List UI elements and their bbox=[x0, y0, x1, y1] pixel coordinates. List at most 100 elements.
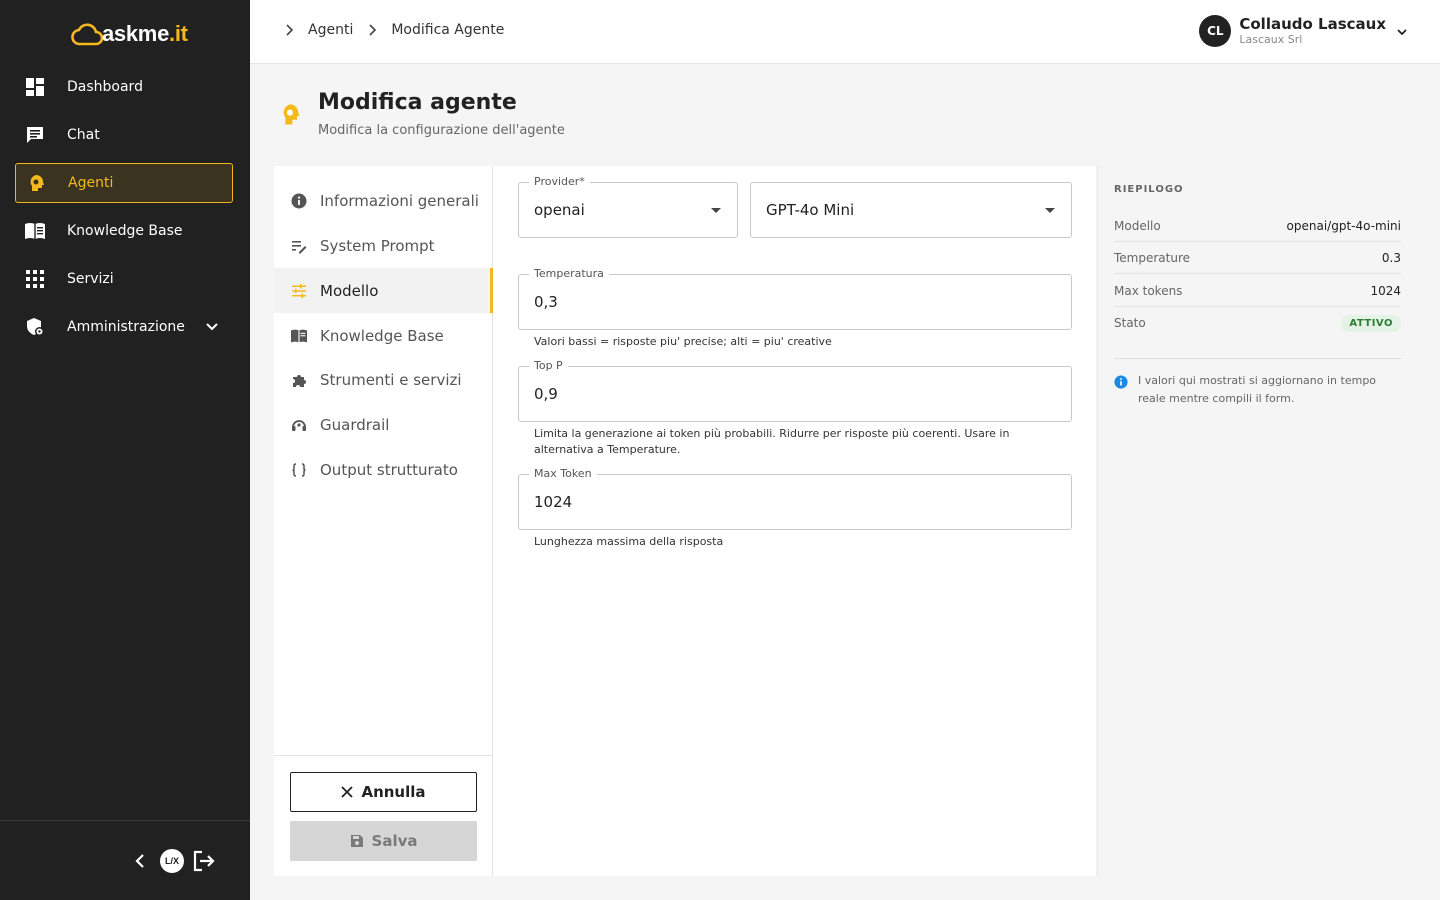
agent-head-icon bbox=[278, 102, 302, 128]
provider-label: Provider* bbox=[529, 175, 590, 188]
tab-modello[interactable]: Modello bbox=[274, 268, 493, 313]
model-value: GPT-4o Mini bbox=[766, 201, 855, 219]
dropdown-arrow-icon bbox=[711, 208, 721, 213]
summary-info-text: I valori qui mostrati si aggiornano in t… bbox=[1138, 374, 1377, 405]
tab-label: Knowledge Base bbox=[320, 326, 444, 345]
model-select[interactable]: GPT-4o Mini bbox=[750, 182, 1072, 238]
model-form: Provider* openai GPT-4o Mini Temperatura… bbox=[493, 166, 1096, 876]
breadcrumb-agenti[interactable]: Agenti bbox=[308, 22, 353, 38]
tab-knowledge-base[interactable]: Knowledge Base bbox=[274, 313, 493, 358]
dropdown-arrow-icon bbox=[1045, 208, 1055, 213]
info-icon bbox=[290, 192, 308, 210]
logo-text: askme.it bbox=[102, 21, 188, 46]
temperature-helper: Valori bassi = risposte piu' precise; al… bbox=[534, 335, 832, 348]
sidebar-item-amministrazione[interactable]: Amministrazione bbox=[15, 307, 233, 347]
admin-shield-icon bbox=[24, 316, 46, 338]
sidebar-item-label: Dashboard bbox=[67, 79, 143, 95]
summary-value: 1024 bbox=[1370, 283, 1401, 298]
tab-label: System Prompt bbox=[320, 236, 435, 255]
summary-info: I valori qui mostrati si aggiornano in t… bbox=[1114, 372, 1404, 408]
close-icon bbox=[341, 786, 354, 798]
summary-key: Stato bbox=[1114, 316, 1146, 330]
chevron-down-icon[interactable] bbox=[205, 319, 219, 338]
sidebar-item-chat[interactable]: Chat bbox=[15, 115, 233, 155]
sidebar-item-knowledge-base[interactable]: Knowledge Base bbox=[15, 211, 233, 251]
sidebar-item-servizi[interactable]: Servizi bbox=[15, 259, 233, 299]
chevron-down-icon[interactable] bbox=[1396, 23, 1408, 42]
temperature-field[interactable]: Temperatura 0,3 bbox=[518, 267, 1072, 330]
top-p-helper: Limita la generazione ai token più proba… bbox=[534, 426, 1054, 458]
tab-label: Informazioni generali bbox=[320, 191, 479, 210]
max-token-helper: Lunghezza massima della risposta bbox=[534, 535, 724, 548]
summary-row-temperature: Temperature 0.3 bbox=[1114, 242, 1401, 274]
collapse-sidebar-icon[interactable] bbox=[130, 851, 150, 871]
info-icon bbox=[1114, 374, 1128, 389]
tab-informazioni-generali[interactable]: Informazioni generali bbox=[274, 178, 493, 223]
summary-row-stato: Stato ATTIVO bbox=[1114, 307, 1401, 339]
temperature-value: 0,3 bbox=[534, 293, 558, 311]
cancel-button-label: Annulla bbox=[361, 783, 426, 801]
summary-key: Modello bbox=[1114, 218, 1161, 233]
summary-panel: RIEPILOGO Modello openai/gpt-4o-mini Tem… bbox=[1097, 166, 1416, 876]
tab-label: Guardrail bbox=[320, 415, 390, 434]
page-title: Modifica agente bbox=[318, 90, 517, 115]
grid-icon bbox=[24, 268, 46, 290]
top-p-value: 0,9 bbox=[534, 385, 558, 403]
max-token-field[interactable]: Max Token 1024 bbox=[518, 467, 1072, 530]
sidebar-item-label: Servizi bbox=[67, 271, 114, 287]
temperature-label: Temperatura bbox=[529, 267, 609, 280]
breadcrumb: Agenti Modifica Agente bbox=[284, 22, 518, 38]
top-p-helper-line-2: alternativa a Temperature. bbox=[534, 443, 681, 456]
puzzle-icon bbox=[290, 371, 308, 389]
form-actions: Annulla Salva bbox=[274, 755, 493, 876]
summary-key: Max tokens bbox=[1114, 283, 1183, 298]
max-token-label: Max Token bbox=[529, 467, 597, 480]
top-p-field[interactable]: Top P 0,9 bbox=[518, 359, 1072, 422]
tab-output-strutturato[interactable]: Output strutturato bbox=[274, 447, 493, 492]
company-logo-badge: L/X bbox=[160, 849, 184, 873]
tab-system-prompt[interactable]: System Prompt bbox=[274, 223, 493, 268]
summary-value: 0.3 bbox=[1381, 250, 1401, 265]
tab-label: Strumenti e servizi bbox=[320, 370, 462, 389]
user-menu[interactable]: CL Collaudo Lascaux Lascaux Srl bbox=[1199, 15, 1408, 47]
braces-icon bbox=[290, 461, 308, 479]
max-token-value: 1024 bbox=[534, 493, 573, 511]
book-icon bbox=[290, 327, 308, 345]
app-logo[interactable]: askme.it bbox=[70, 19, 188, 49]
cancel-button[interactable]: Annulla bbox=[290, 772, 477, 812]
user-org: Lascaux Srl bbox=[1239, 33, 1303, 46]
logout-icon[interactable] bbox=[192, 850, 216, 872]
save-button[interactable]: Salva bbox=[290, 821, 477, 861]
summary-row-max-tokens: Max tokens 1024 bbox=[1114, 275, 1401, 307]
headset-icon bbox=[290, 416, 308, 434]
avatar: CL bbox=[1199, 15, 1232, 47]
cloud-logo-icon bbox=[71, 23, 104, 46]
sidebar-item-dashboard[interactable]: Dashboard bbox=[15, 67, 233, 107]
summary-title: RIEPILOGO bbox=[1114, 184, 1184, 195]
edit-lines-icon bbox=[290, 237, 308, 255]
breadcrumb-current: Modifica Agente bbox=[391, 22, 505, 38]
sliders-icon bbox=[290, 282, 308, 300]
sidebar-item-label: Chat bbox=[67, 127, 100, 143]
chevron-right-icon bbox=[286, 24, 294, 36]
dashboard-icon bbox=[24, 76, 46, 98]
user-name: Collaudo Lascaux bbox=[1239, 15, 1386, 33]
sidebar-item-agenti[interactable]: Agenti bbox=[15, 163, 233, 203]
sidebar-item-label: Agenti bbox=[68, 175, 114, 191]
summary-key: Temperature bbox=[1114, 250, 1191, 265]
provider-value: openai bbox=[534, 201, 585, 219]
summary-row-modello: Modello openai/gpt-4o-mini bbox=[1114, 210, 1401, 242]
sidebar-item-label: Knowledge Base bbox=[67, 223, 183, 239]
top-p-helper-line-1: Limita la generazione ai token più proba… bbox=[534, 427, 1010, 440]
top-p-label: Top P bbox=[529, 359, 568, 372]
tab-label: Modello bbox=[320, 281, 379, 300]
tab-label: Output strutturato bbox=[320, 460, 458, 479]
summary-value: openai/gpt-4o-mini bbox=[1286, 218, 1401, 233]
section-tabs: Informazioni generali System Prompt Mode… bbox=[274, 166, 493, 876]
save-icon bbox=[350, 834, 364, 848]
provider-select[interactable]: Provider* openai bbox=[518, 175, 738, 238]
sidebar-footer: L/X bbox=[0, 820, 250, 900]
tab-guardrail[interactable]: Guardrail bbox=[274, 402, 493, 447]
save-button-label: Salva bbox=[371, 832, 418, 850]
tab-strumenti-e-servizi[interactable]: Strumenti e servizi bbox=[274, 357, 493, 402]
